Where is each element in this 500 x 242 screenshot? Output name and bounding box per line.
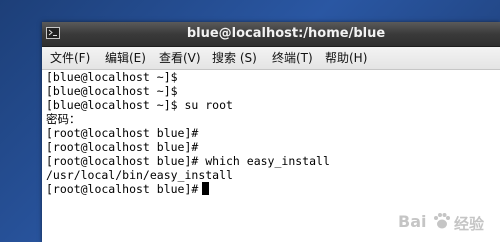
baidu-paw-logo: [434, 213, 450, 229]
menu-bar: 文件(F) 编辑(E) 查看(V) 搜索 (S) 终端(T) 帮助(H): [42, 47, 500, 70]
terminal-area[interactable]: [blue@localhost ~]$ [blue@localhost ~]$ …: [42, 70, 500, 242]
terminal-window: blue@localhost:/home/blue 文件(F) 编辑(E) 查看…: [42, 22, 500, 242]
menu-terminal[interactable]: 终端(T): [272, 50, 313, 66]
terminal-line: [root@localhost blue]# which easy_instal…: [46, 154, 330, 168]
window-titlebar[interactable]: blue@localhost:/home/blue: [42, 22, 500, 47]
menu-search[interactable]: 搜索 (S): [212, 50, 257, 66]
menu-file[interactable]: 文件(F): [50, 50, 90, 66]
menu-edit[interactable]: 编辑(E): [105, 50, 146, 66]
terminal-line: [blue@localhost ~]$: [46, 84, 178, 98]
terminal-line: [blue@localhost ~]$: [46, 70, 178, 84]
terminal-line: [root@localhost blue]#: [46, 126, 199, 140]
menu-help[interactable]: 帮助(H): [325, 50, 367, 66]
baidu-watermark: Bai 经验: [398, 204, 494, 238]
terminal-line: [root@localhost blue]#: [46, 140, 199, 154]
terminal-line: /usr/local/bin/easy_install: [46, 168, 233, 182]
terminal-cursor: [202, 182, 210, 195]
terminal-line: 密码：: [46, 112, 81, 126]
watermark-brand: Bai: [398, 212, 427, 231]
terminal-prompt-line: [root@localhost blue]#: [46, 182, 210, 196]
terminal-line: [blue@localhost ~]$ su root: [46, 98, 233, 112]
terminal-prompt: [root@localhost blue]#: [46, 182, 199, 196]
window-title: blue@localhost:/home/blue: [186, 26, 386, 41]
menu-view[interactable]: 查看(V): [159, 50, 201, 66]
watermark-suffix: 经验: [454, 215, 485, 233]
